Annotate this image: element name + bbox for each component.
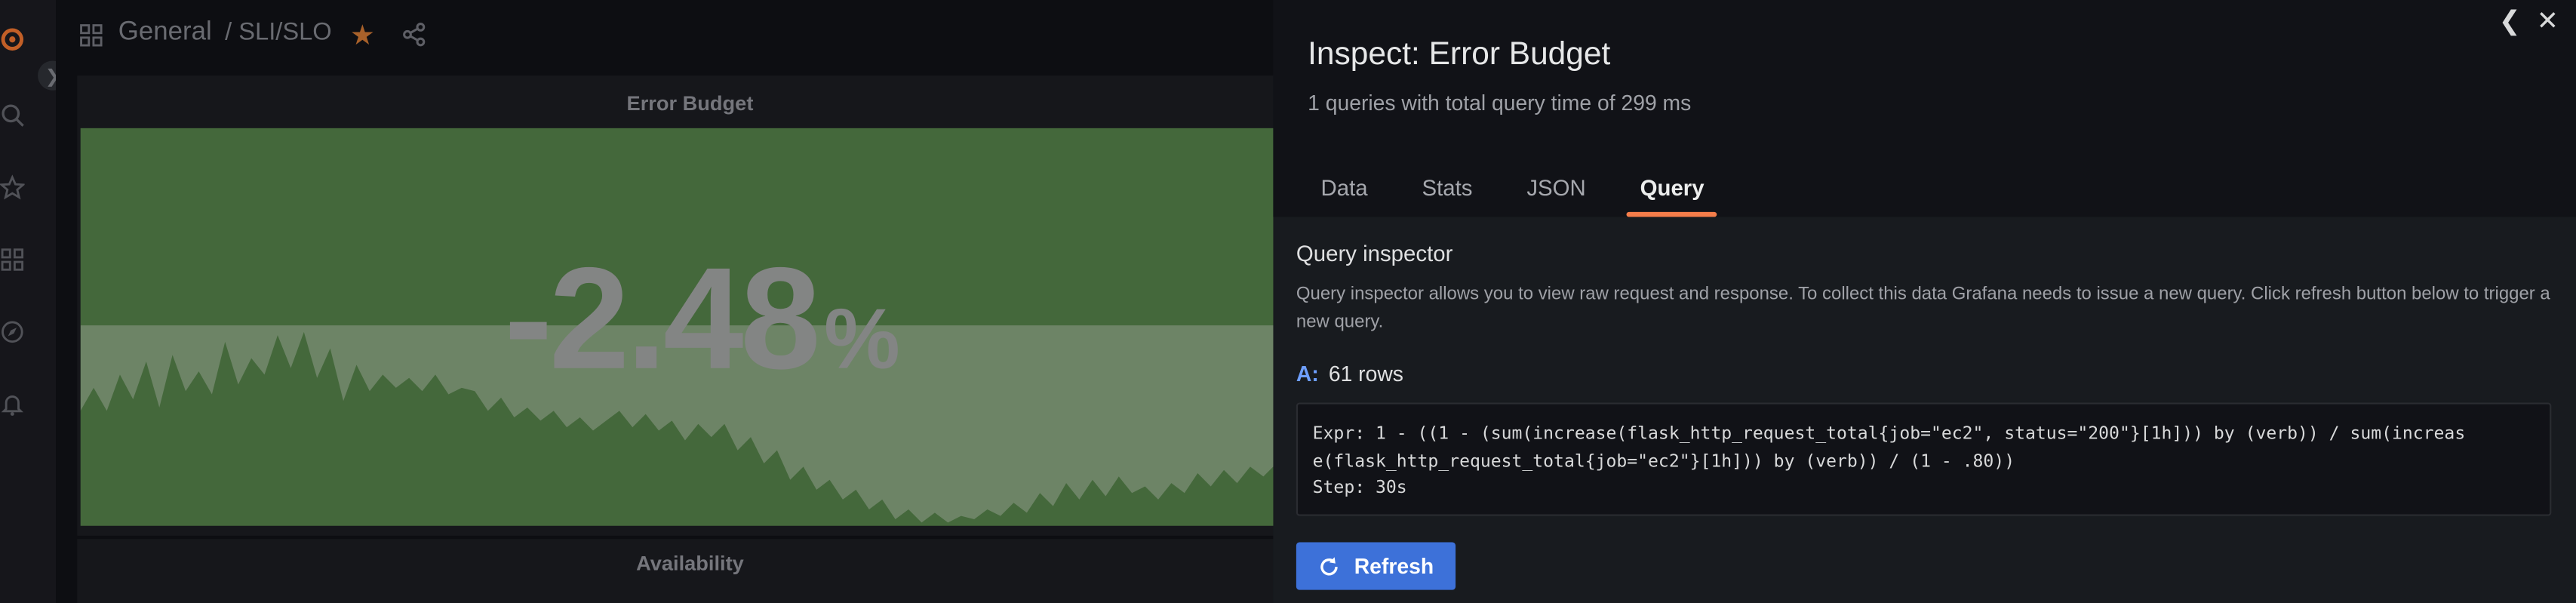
query-ref-id: A: xyxy=(1296,361,1319,386)
breadcrumb-folder[interactable]: General xyxy=(118,18,212,46)
dashboards-icon[interactable] xyxy=(0,245,25,274)
share-icon[interactable] xyxy=(401,21,427,48)
drawer-subtitle: 1 queries with total query time of 299 m… xyxy=(1308,90,1692,115)
panel-title: Error Budget xyxy=(626,91,754,115)
row-count: 61 rows xyxy=(1328,361,1403,386)
refresh-button[interactable]: Refresh xyxy=(1296,542,1456,590)
inspect-tabs: Data Stats JSON Query xyxy=(1308,173,1745,217)
drawer-header: Inspect: Error Budget 1 queries with tot… xyxy=(1273,0,2576,217)
star-icon[interactable]: ★ xyxy=(350,20,375,53)
tab-query[interactable]: Query xyxy=(1627,173,1718,217)
tab-stats[interactable]: Stats xyxy=(1409,173,1486,217)
search-icon[interactable] xyxy=(0,100,25,130)
panel-title: Availability xyxy=(636,552,744,576)
availability-panel[interactable]: Availability xyxy=(77,539,1303,603)
breadcrumb: General / SLI/SLO xyxy=(118,18,332,48)
stat-number: -2.48 xyxy=(504,236,820,400)
dashboard-grid-icon xyxy=(79,23,104,48)
stat-panel-body: -2.48% xyxy=(80,128,1303,526)
app-root: ❯ General / SLI/SLO ★ Error Budget -2.48%… xyxy=(0,0,2576,603)
refresh-icon xyxy=(1320,556,1339,575)
dashboard-view: General / SLI/SLO ★ Error Budget -2.48% A… xyxy=(56,0,1303,603)
expr-line: e(flask_http_request_total{job="ec2"}[1h… xyxy=(1312,451,2015,471)
stat-value: -2.48% xyxy=(504,246,900,392)
breadcrumb-title[interactable]: / SLI/SLO xyxy=(225,18,332,46)
query-result-summary: A: 61 rows xyxy=(1296,361,1403,386)
alerting-bell-icon[interactable] xyxy=(0,389,25,419)
stat-unit: % xyxy=(824,292,900,388)
drawer-title: Inspect: Error Budget xyxy=(1308,35,1611,72)
refresh-label: Refresh xyxy=(1354,553,1434,579)
step-line: Step: 30s xyxy=(1312,478,1407,498)
query-inspector-description: Query inspector allows you to view raw r… xyxy=(1296,284,2550,331)
starred-icon[interactable] xyxy=(0,173,25,202)
tab-json[interactable]: JSON xyxy=(1514,173,1599,217)
explore-icon[interactable] xyxy=(0,317,25,346)
query-inspector-title: Query inspector xyxy=(1296,242,1453,266)
inspect-drawer: Inspect: Error Budget 1 queries with tot… xyxy=(1273,0,2576,603)
query-expression-box[interactable]: Expr: 1 - ((1 - (sum(increase(flask_http… xyxy=(1296,402,2552,516)
close-icon: ✕ xyxy=(2536,8,2559,36)
chevron-left-icon: ❮ xyxy=(2498,8,2521,36)
grafana-logo-icon[interactable] xyxy=(0,25,25,54)
side-nav xyxy=(0,0,57,603)
collapse-drawer-button[interactable]: ❮ xyxy=(2499,5,2521,38)
tab-data[interactable]: Data xyxy=(1308,173,1381,217)
close-drawer-button[interactable]: ✕ xyxy=(2537,5,2559,38)
expr-line: Expr: 1 - ((1 - (sum(increase(flask_http… xyxy=(1312,423,2466,444)
error-budget-panel[interactable]: Error Budget -2.48% xyxy=(77,75,1303,536)
